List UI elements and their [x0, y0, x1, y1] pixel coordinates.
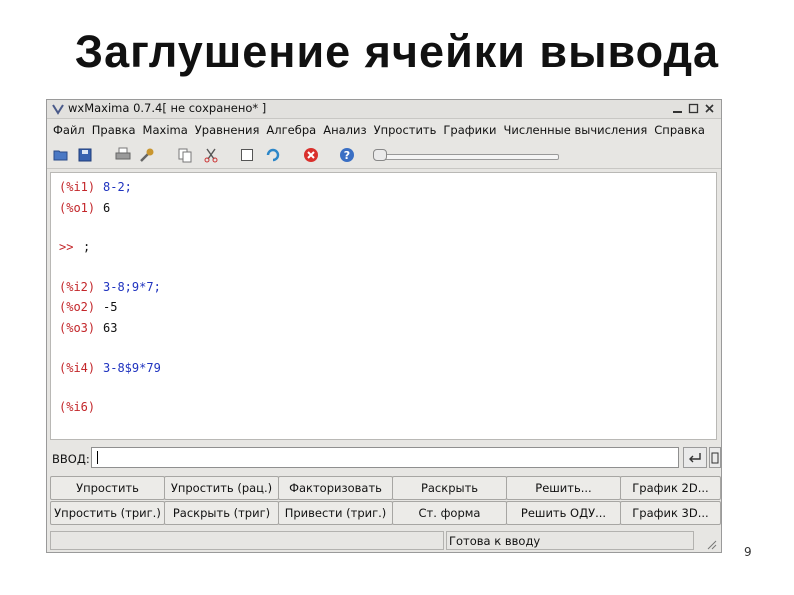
interrupt-icon[interactable] [303, 147, 319, 163]
plot3d-button[interactable]: График 3D... [620, 501, 721, 525]
prompt-marker: >> [59, 240, 74, 254]
simplify-rat-button[interactable]: Упростить (рац.) [164, 476, 279, 500]
resize-grip-icon[interactable] [705, 538, 717, 550]
input-label: (%i4) [59, 361, 96, 375]
refresh-icon[interactable] [265, 147, 281, 163]
status-text: Готова к вводу [446, 531, 694, 550]
status-panel [50, 531, 444, 550]
factor-button[interactable]: Факторизовать [278, 476, 393, 500]
cell-input[interactable]: (%i4) 3-8$9*79 [59, 361, 161, 375]
input-row: ВВОД: [47, 444, 721, 472]
cell-output: (%o1) 6 [59, 201, 110, 215]
output-label: (%o3) [59, 321, 96, 335]
history-button[interactable] [709, 447, 721, 468]
expand-trig-button[interactable]: Раскрыть (триг) [164, 501, 279, 525]
input-text[interactable]: 3-8$9*79 [103, 361, 161, 375]
print-icon[interactable] [115, 147, 131, 163]
prompt-text[interactable]: ; [83, 240, 90, 254]
cell-output: (%o3) 63 [59, 321, 117, 335]
input-row-label: ВВОД: [52, 452, 90, 466]
solve-ode-button[interactable]: Решить ОДУ... [506, 501, 621, 525]
enter-button[interactable] [683, 447, 707, 468]
enter-icon [689, 452, 701, 462]
reduce-trig-button[interactable]: Привести (триг.) [278, 501, 393, 525]
animation-slider[interactable] [377, 154, 559, 160]
output-text: 63 [103, 321, 118, 335]
input-label: (%i1) [59, 180, 96, 194]
wxmaxima-window: wxMaxima 0.7.4[ не сохранено* ] Файл Пра… [46, 99, 722, 553]
output-label: (%o1) [59, 201, 96, 215]
rectform-button[interactable]: Ст. форма [392, 501, 507, 525]
copy-icon[interactable] [177, 147, 193, 163]
cut-icon[interactable] [203, 147, 219, 163]
menu-help[interactable]: Справка [654, 123, 705, 137]
cell-input[interactable]: (%i2) 3-8;9*7; [59, 280, 161, 294]
preferences-icon[interactable] [139, 147, 155, 163]
expand-button[interactable]: Раскрыть [392, 476, 507, 500]
worksheet[interactable]: (%i1) 8-2; (%o1) 6 >>; (%i2) 3-8;9*7; (%o2)… [50, 172, 717, 440]
help-icon[interactable]: ? [339, 147, 355, 163]
output-text: -5 [103, 300, 118, 314]
menu-algebra[interactable]: Алгебра [266, 123, 316, 137]
slide-number: 9 [744, 545, 752, 559]
plot2d-button[interactable]: График 2D... [620, 476, 721, 500]
svg-text:?: ? [344, 149, 350, 162]
input-label: (%i6) [59, 400, 96, 414]
menu-file[interactable]: Файл [53, 123, 85, 137]
input-label: (%i2) [59, 280, 96, 294]
title-bar: wxMaxima 0.7.4[ не сохранено* ] [47, 100, 721, 119]
slider-thumb[interactable] [373, 149, 387, 161]
history-icon [711, 452, 719, 463]
output-label: (%o2) [59, 300, 96, 314]
solve-button[interactable]: Решить... [506, 476, 621, 500]
input-text[interactable]: 8-2; [103, 180, 132, 194]
select-all-icon[interactable] [239, 147, 255, 163]
cell-prompt[interactable]: >>; [59, 240, 90, 254]
save-icon[interactable] [77, 147, 93, 163]
output-text: 6 [103, 201, 111, 215]
text-cursor [97, 451, 98, 464]
menu-calculus[interactable]: Анализ [323, 123, 366, 137]
command-input[interactable] [91, 447, 679, 468]
input-text[interactable]: 3-8;9*7; [103, 280, 161, 294]
status-bar: Готова к вводу [47, 530, 721, 552]
simplify-button[interactable]: Упростить [50, 476, 165, 500]
cell-output: (%o2) -5 [59, 300, 117, 314]
menu-bar: Файл Правка Maxima Уравнения Алгебра Ана… [47, 120, 721, 140]
menu-edit[interactable]: Правка [92, 123, 136, 137]
close-icon[interactable] [703, 102, 716, 115]
menu-simplify[interactable]: Упростить [374, 123, 437, 137]
app-icon [52, 103, 64, 115]
cell-input[interactable]: (%i1) 8-2; [59, 180, 132, 194]
menu-numeric[interactable]: Численные вычисления [504, 123, 648, 137]
simplify-trig-button[interactable]: Упростить (триг.) [50, 501, 165, 525]
menu-maxima[interactable]: Maxima [143, 123, 188, 137]
cell-input[interactable]: (%i6) [59, 400, 103, 414]
slide-title: Заглушение ячейки вывода [74, 26, 720, 77]
maximize-icon[interactable] [687, 102, 700, 115]
menu-equations[interactable]: Уравнения [195, 123, 260, 137]
window-title: wxMaxima 0.7.4[ не сохранено* ] [68, 101, 267, 115]
menu-plotting[interactable]: Графики [443, 123, 496, 137]
minimize-icon[interactable] [671, 102, 684, 115]
open-icon[interactable] [53, 147, 69, 163]
